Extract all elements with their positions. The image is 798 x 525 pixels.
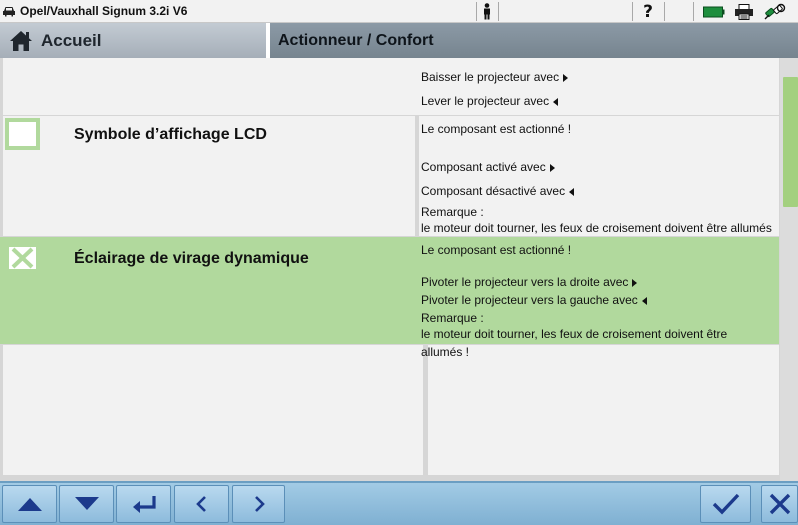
info-line: Composant désactivé avec: [421, 184, 575, 198]
row-title: Éclairage de virage dynamique: [74, 250, 309, 267]
home-icon: [10, 30, 32, 51]
info-line: Composant activé avec: [421, 160, 555, 174]
scroll-up-button[interactable]: [2, 485, 57, 523]
triangle-left-icon: [553, 97, 559, 106]
section-title-tab: Actionneur / Confort: [270, 23, 798, 58]
enter-button[interactable]: [116, 485, 171, 523]
empty-pane: [428, 345, 779, 475]
separator: [664, 2, 665, 21]
separator: [632, 2, 633, 21]
separator: [476, 2, 477, 21]
window-title: Opel/Vauxhall Signum 3.2i V6: [20, 4, 188, 18]
status-bar: Opel/Vauxhall Signum 3.2i V6 ?: [0, 0, 798, 23]
enter-icon: [132, 496, 156, 513]
car-icon: [3, 7, 15, 17]
close-button[interactable]: [761, 485, 798, 523]
breadcrumb: Accueil Actionneur / Confort: [0, 23, 798, 58]
chevron-right-icon: [254, 496, 265, 512]
scroll-down-button[interactable]: [59, 485, 114, 523]
note-text: le moteur doit tourner, les feux de croi…: [421, 327, 728, 341]
separator: [693, 2, 694, 21]
divider: [415, 116, 419, 236]
note-label: Remarque :: [421, 205, 484, 219]
triangle-right-icon: [563, 73, 569, 82]
lcd-symbol-checkbox[interactable]: [5, 118, 40, 150]
triangle-right-icon: [549, 163, 555, 172]
status-text: Le composant est actionné !: [421, 122, 572, 136]
triangle-left-icon: [641, 296, 647, 305]
dynamic-cornering-light-checkbox[interactable]: [9, 247, 36, 269]
note-text: allumés !: [421, 345, 470, 359]
previous-button[interactable]: [174, 485, 229, 523]
note-label: Remarque :: [421, 311, 484, 325]
status-text: Le composant est actionné !: [421, 243, 572, 257]
triangle-right-icon: [632, 278, 638, 287]
info-line: Pivoter le projecteur vers la gauche ave…: [421, 293, 647, 307]
scrollbar-thumb[interactable]: [783, 77, 798, 207]
info-line: Lever le projecteur avec: [421, 94, 559, 108]
check-icon: [712, 493, 739, 515]
next-button[interactable]: [232, 485, 285, 523]
arrow-up-icon: [17, 498, 42, 511]
printer-icon[interactable]: [732, 2, 756, 21]
page-title: Actionneur / Confort: [278, 31, 434, 49]
home-label: Accueil: [41, 30, 102, 50]
navigation-bar: [0, 481, 798, 525]
arrow-down-icon: [74, 497, 99, 510]
confirm-button[interactable]: [700, 485, 751, 523]
list-item: [3, 58, 779, 115]
info-line: Baisser le projecteur avec: [421, 70, 569, 84]
battery-icon: [702, 2, 726, 21]
separator: [498, 2, 499, 21]
empty-pane: [3, 345, 423, 475]
row-title: Symbole d’affichage LCD: [74, 126, 267, 143]
person-icon: [480, 2, 494, 21]
info-line: Pivoter le projecteur vers la droite ave…: [421, 275, 638, 289]
question-mark-icon[interactable]: ?: [636, 2, 660, 22]
note-text: le moteur doit tourner, les feux de croi…: [421, 221, 772, 235]
connection-icon: [762, 2, 788, 21]
x-mark-icon: [11, 247, 34, 269]
home-button[interactable]: Accueil: [0, 23, 266, 58]
chevron-left-icon: [195, 496, 206, 512]
close-icon: [769, 493, 790, 515]
triangle-left-icon: [569, 187, 575, 196]
actuator-list: Symbole d’affichage LCD Éclairage de vir…: [0, 58, 798, 481]
